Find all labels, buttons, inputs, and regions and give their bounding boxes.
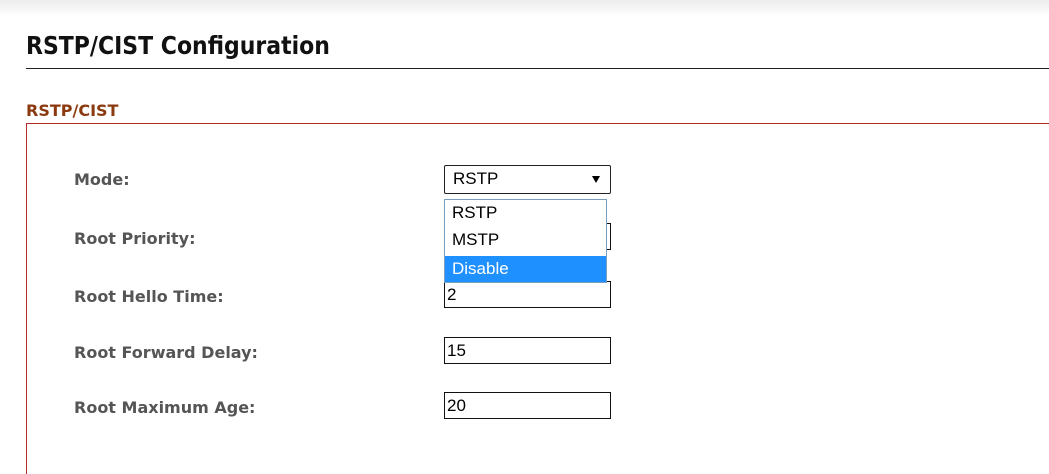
mode-select-value: RSTP (453, 169, 499, 188)
mode-label: Mode: (74, 170, 130, 189)
root-forward-delay-label: Root Forward Delay: (74, 343, 258, 362)
root-hello-time-label: Root Hello Time: (74, 287, 224, 306)
mode-dropdown-list: RSTP MSTP Disable (444, 199, 607, 283)
top-shadow (0, 0, 1049, 16)
mode-option-mstp[interactable]: MSTP (445, 227, 606, 253)
page-title: RSTP/CIST Configuration (26, 31, 330, 60)
mode-select[interactable]: RSTP (444, 165, 611, 194)
mode-option-rstp[interactable]: RSTP (445, 200, 606, 226)
chevron-down-icon (592, 176, 600, 183)
section-title: RSTP/CIST (26, 101, 119, 120)
root-maximum-age-label: Root Maximum Age: (74, 398, 256, 417)
title-divider (26, 68, 1049, 69)
root-forward-delay-field[interactable] (444, 337, 611, 364)
root-priority-label: Root Priority: (74, 229, 196, 248)
mode-option-disable[interactable]: Disable (445, 256, 606, 282)
root-hello-time-field[interactable] (444, 281, 611, 308)
root-maximum-age-field[interactable] (444, 392, 611, 419)
